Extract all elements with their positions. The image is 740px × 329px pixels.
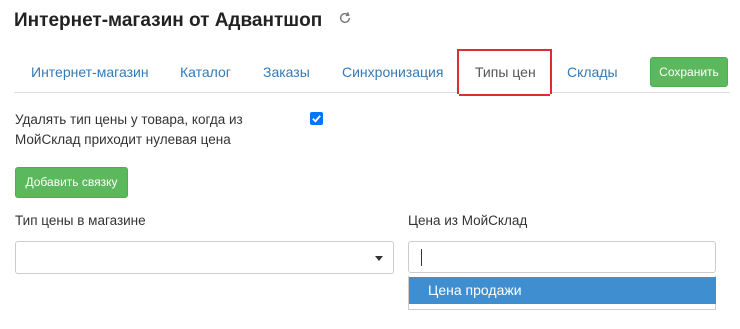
chevron-down-icon — [375, 256, 383, 261]
save-button[interactable]: Сохранить — [650, 57, 728, 87]
tab-price-types[interactable]: Типы цен — [475, 64, 536, 80]
page-title: Интернет-магазин от Адвантшоп — [14, 10, 323, 31]
tab-catalog[interactable]: Каталог — [180, 64, 231, 80]
tab-online-store[interactable]: Интернет-магазин — [31, 64, 149, 80]
zero-price-checkbox[interactable] — [310, 112, 323, 125]
check-icon — [312, 115, 321, 123]
moysklad-price-label: Цена из МойСклад — [408, 213, 528, 228]
tab-warehouses[interactable]: Склады — [567, 64, 618, 80]
refresh-icon[interactable] — [338, 11, 352, 25]
add-binding-button[interactable]: Добавить связку — [15, 167, 128, 198]
text-cursor — [421, 249, 422, 266]
tab-sync[interactable]: Синхронизация — [342, 64, 443, 80]
moysklad-price-search-input[interactable] — [408, 241, 716, 273]
tab-orders[interactable]: Заказы — [263, 64, 310, 80]
tab-bar: Интернет-магазин Каталог Заказы Синхрони… — [14, 49, 730, 96]
store-price-type-select[interactable] — [15, 241, 394, 274]
zero-price-setting-label: Удалять тип цены у товара, когда из МойС… — [15, 112, 243, 147]
moysklad-price-dropdown: Цена продажи — [408, 276, 716, 310]
store-price-type-label: Тип цены в магазине — [15, 213, 146, 228]
dropdown-option-sale-price[interactable]: Цена продажи — [409, 277, 716, 304]
